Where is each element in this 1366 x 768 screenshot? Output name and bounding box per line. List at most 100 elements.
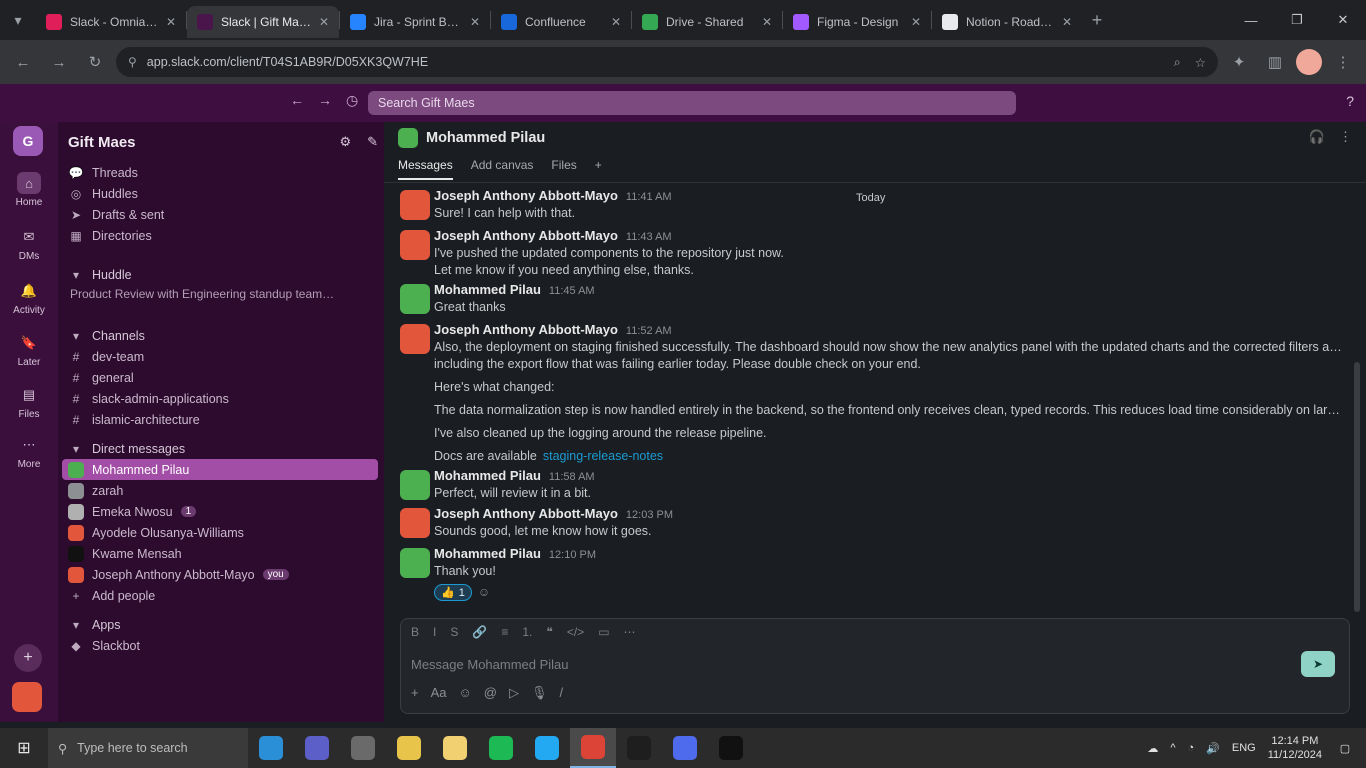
close-window-icon[interactable]: ✕ [1320, 0, 1366, 40]
format-icon[interactable]: ⋯ [624, 625, 636, 639]
rail-item-home[interactable]: ⌂ Home [0, 172, 58, 208]
sidebar-item-drafts-sent[interactable]: ➤ Drafts & sent [68, 204, 378, 225]
message-avatar[interactable] [400, 230, 430, 260]
dm-section[interactable]: ▾ Direct messages [68, 438, 378, 459]
message-timestamp[interactable]: 11:58 AM [549, 471, 595, 483]
taskbar-app-task-view[interactable] [340, 728, 386, 768]
tab-add-canvas[interactable]: Add canvas [471, 158, 534, 180]
tab-files[interactable]: Files [551, 158, 576, 180]
message-timestamp[interactable]: 11:45 AM [549, 285, 595, 297]
taskbar-app-chrome[interactable] [570, 728, 616, 768]
browser-tab[interactable]: Figma - Design ✕ [783, 6, 931, 38]
send-button[interactable]: ➤ [1301, 651, 1335, 677]
composer-tool-icon[interactable]: ▷ [509, 685, 519, 701]
apps-section[interactable]: ▾ Apps [68, 614, 378, 635]
sidebar-dm[interactable]: Mohammed Pilau [62, 459, 378, 480]
message-author[interactable]: Joseph Anthony Abbott-Mayo [434, 506, 618, 521]
tab-+[interactable]: + [595, 158, 602, 180]
rail-item-more[interactable]: ⋯ More [0, 434, 58, 470]
composer-tool-icon[interactable]: Aa [431, 685, 447, 701]
composer-tool-icon[interactable]: + [411, 685, 419, 701]
message-timestamp[interactable]: 11:52 AM [626, 325, 672, 337]
sidebar-channel-dev-team[interactable]: # dev-team [68, 346, 378, 367]
rail-item-later[interactable]: 🔖 Later [0, 332, 58, 368]
sidebar-item-threads[interactable]: 💬 Threads [68, 162, 378, 183]
rail-item-dms[interactable]: ✉ DMs [0, 226, 58, 262]
minimize-icon[interactable]: — [1228, 0, 1274, 40]
taskbar-app-file-explorer[interactable] [386, 728, 432, 768]
site-info-icon[interactable]: ⚲ [128, 55, 137, 69]
address-bar[interactable]: ⚲ app.slack.com/client/T04S1AB9R/D05XK3Q… [116, 47, 1218, 77]
compose-icon[interactable]: ✎ [367, 134, 378, 150]
sidebar-dm[interactable]: Ayodele Olusanya-Williams [68, 522, 378, 543]
tab-close-icon[interactable]: ✕ [166, 15, 176, 29]
workspace-name[interactable]: Gift Maes [68, 134, 136, 151]
huddle-section[interactable]: ▾ Huddle [68, 264, 378, 285]
create-new-icon[interactable]: + [14, 644, 42, 672]
workspace-icon[interactable]: G [13, 126, 43, 156]
tab-search-icon[interactable]: ▾ [0, 0, 36, 40]
browser-tab[interactable]: Confluence ✕ [491, 6, 631, 38]
taskbar-app-mail[interactable] [432, 728, 478, 768]
format-icon[interactable]: </> [567, 625, 584, 639]
taskbar-search[interactable]: ⚲ Type here to search [48, 728, 248, 768]
message-avatar[interactable] [400, 548, 430, 578]
tab-messages[interactable]: Messages [398, 158, 453, 180]
format-icon[interactable]: 1. [522, 625, 532, 639]
zoom-icon[interactable]: ⌕ [1174, 55, 1181, 70]
composer-tool-icon[interactable]: @ [484, 685, 497, 701]
browser-tab[interactable]: Slack | Gift Maes Hosp… ✕ [187, 6, 339, 38]
side-panel-icon[interactable]: ▥ [1260, 47, 1290, 77]
sidebar-channel-slack-admin-applications[interactable]: # slack-admin-applications [68, 388, 378, 409]
format-icon[interactable]: 🔗 [472, 625, 487, 639]
message-avatar[interactable] [400, 470, 430, 500]
message-author[interactable]: Joseph Anthony Abbott-Mayo [434, 322, 618, 337]
message-author[interactable]: Mohammed Pilau [434, 468, 541, 483]
message-timestamp[interactable]: 11:41 AM [626, 191, 672, 203]
rail-item-activity[interactable]: 🔔 Activity [0, 280, 58, 316]
format-icon[interactable]: S [450, 625, 458, 639]
tab-close-icon[interactable]: ✕ [911, 15, 921, 29]
tab-close-icon[interactable]: ✕ [611, 15, 621, 29]
channels-section[interactable]: ▾ Channels [68, 325, 378, 346]
channel-more-icon[interactable]: ⋮ [1339, 129, 1352, 145]
format-icon[interactable]: B [411, 625, 419, 639]
huddle-icon[interactable]: 🎧 [1309, 129, 1325, 145]
maximize-icon[interactable]: ❐ [1274, 0, 1320, 40]
notifications-icon[interactable]: ▢ [1334, 737, 1356, 759]
new-tab-button[interactable]: + [1082, 10, 1112, 31]
volume-icon[interactable]: 🔊 [1206, 742, 1220, 755]
message-author[interactable]: Joseph Anthony Abbott-Mayo [434, 188, 618, 203]
message-scrollbar[interactable] [1354, 362, 1360, 612]
message-author[interactable]: Mohammed Pilau [434, 546, 541, 561]
taskbar-app-teams[interactable] [294, 728, 340, 768]
message-timestamp[interactable]: 12:03 PM [626, 509, 673, 521]
tab-close-icon[interactable]: ✕ [470, 15, 480, 29]
format-icon[interactable]: ❝ [546, 625, 552, 639]
history-back-icon[interactable]: ← [290, 92, 304, 109]
sidebar-dm[interactable]: Emeka Nwosu 1 [68, 501, 378, 522]
history-clock-icon[interactable]: ◷ [346, 92, 358, 109]
add-people-item[interactable]: + Add people [68, 585, 378, 606]
taskbar-app-photos[interactable] [662, 728, 708, 768]
tab-close-icon[interactable]: ✕ [1062, 15, 1072, 29]
message-avatar[interactable] [400, 508, 430, 538]
clock[interactable]: 12:14 PM 11/12/2024 [1268, 734, 1322, 762]
message-timestamp[interactable]: 11:43 AM [626, 231, 672, 243]
start-button[interactable]: ⊞ [0, 728, 48, 768]
help-icon[interactable]: ? [1346, 93, 1354, 109]
weather-icon[interactable]: ☁ [1147, 742, 1158, 755]
message-author[interactable]: Mohammed Pilau [434, 282, 541, 297]
profile-avatar[interactable] [1296, 49, 1322, 75]
add-reaction-icon[interactable]: ☺ [478, 585, 490, 599]
tab-close-icon[interactable]: ✕ [319, 15, 329, 29]
browser-tab[interactable]: Notion - Roadmap ✕ [932, 6, 1082, 38]
bookmark-star-icon[interactable]: ☆ [1195, 55, 1206, 70]
composer-tool-icon[interactable]: ☺ [459, 685, 472, 701]
channel-title[interactable]: Mohammed Pilau [426, 130, 545, 146]
sidebar-channel-islamic-architecture[interactable]: # islamic-architecture [68, 409, 378, 430]
doc-link[interactable]: staging-release-notes [543, 449, 663, 463]
composer-tool-icon[interactable]: 🎙 [531, 685, 548, 701]
language-indicator[interactable]: ENG [1232, 742, 1256, 754]
history-forward-icon[interactable]: → [318, 92, 332, 109]
